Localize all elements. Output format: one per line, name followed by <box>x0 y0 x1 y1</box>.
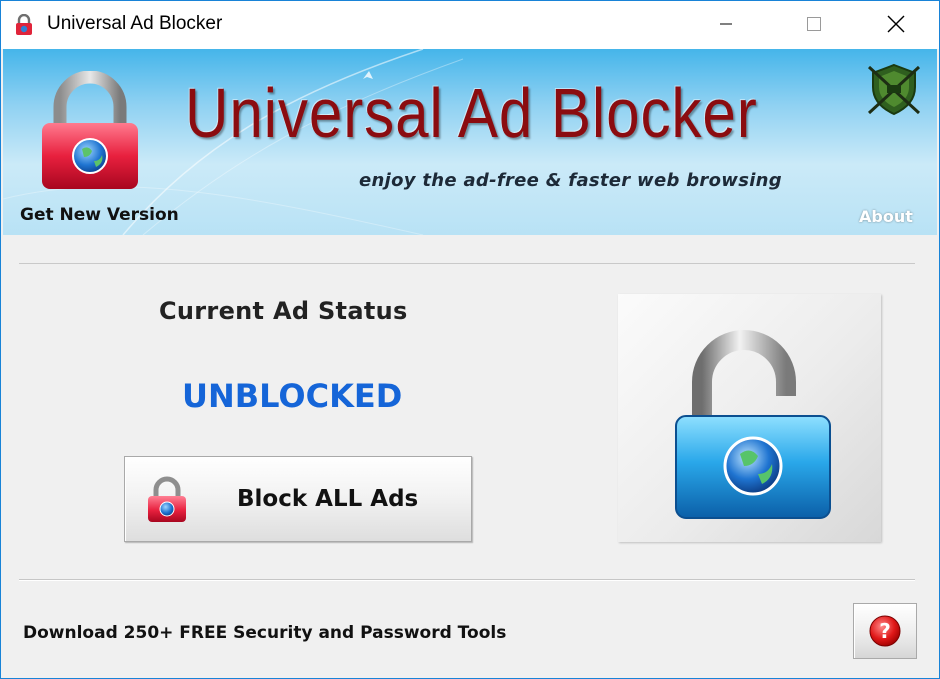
help-button[interactable]: ? <box>853 603 917 659</box>
banner-tagline: enjoy the ad-free & faster web browsing <box>359 170 782 191</box>
banner-title: Universal Ad Blocker <box>185 74 758 152</box>
close-button[interactable] <box>873 1 919 47</box>
block-all-ads-label: Block ALL Ads <box>237 486 419 512</box>
block-all-ads-button[interactable]: Block ALL Ads <box>124 456 472 542</box>
minimize-button[interactable] <box>703 1 749 47</box>
get-new-version-link[interactable]: Get New Version <box>20 205 179 225</box>
red-padlock-globe-icon <box>42 71 138 189</box>
title-bar[interactable]: Universal Ad Blocker <box>1 1 939 49</box>
unlocked-blue-padlock-icon <box>675 330 831 519</box>
status-heading: Current Ad Status <box>159 297 408 325</box>
download-tools-link[interactable]: Download 250+ FREE Security and Password… <box>23 623 506 643</box>
minimize-icon <box>720 23 732 25</box>
maximize-icon <box>807 17 821 31</box>
about-link[interactable]: About <box>859 207 913 226</box>
red-padlock-icon <box>148 476 186 522</box>
footer-divider <box>19 579 915 581</box>
app-window: Universal Ad Blocker Universal Ad Blocke… <box>0 0 940 679</box>
svg-text:?: ? <box>879 619 891 643</box>
shield-swords-logo-icon <box>867 63 921 116</box>
window-title: Universal Ad Blocker <box>47 13 223 34</box>
status-image-panel <box>618 294 881 542</box>
app-padlock-icon <box>16 14 32 35</box>
header-banner: Universal Ad Blocker enjoy the ad-free &… <box>3 49 937 235</box>
help-icon: ? <box>869 615 901 647</box>
close-icon <box>887 15 905 33</box>
maximize-button[interactable] <box>791 1 837 47</box>
status-value: UNBLOCKED <box>182 377 403 415</box>
